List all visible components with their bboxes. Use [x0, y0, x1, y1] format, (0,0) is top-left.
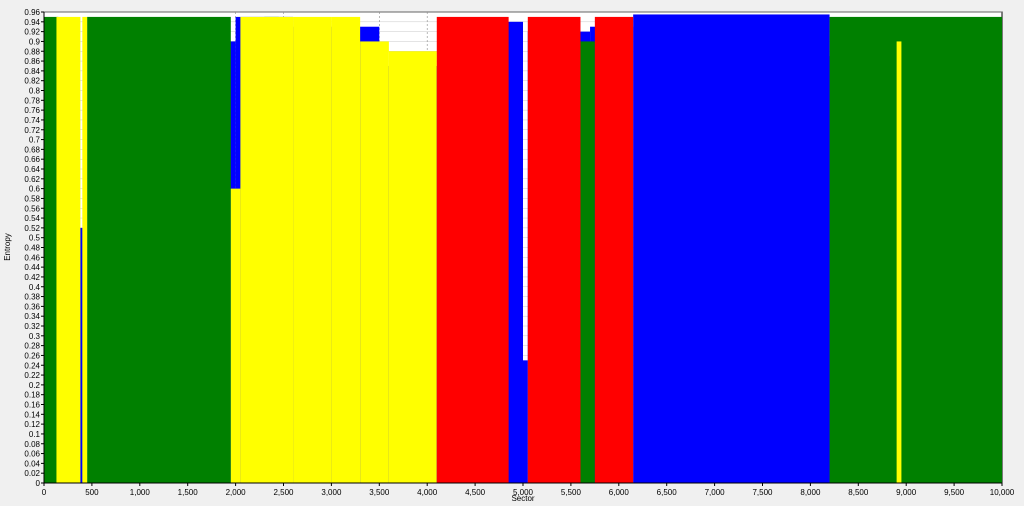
- y-tick-label: 0.44: [24, 263, 40, 272]
- x-tick-label: 2,500: [273, 488, 294, 497]
- green-area-segment: [580, 41, 595, 483]
- y-tick-label: 0.14: [24, 410, 40, 419]
- y-tick-label: 0.2: [29, 381, 41, 390]
- y-tick-label: 0.18: [24, 391, 40, 400]
- y-tick-label: 0.42: [24, 273, 40, 282]
- y-tick-label: 0.92: [24, 28, 40, 37]
- yellow-area-segment: [896, 41, 902, 483]
- y-tick-label: 0.48: [24, 244, 40, 253]
- green-area-segment: [44, 16, 59, 483]
- y-tick-label: 0.86: [24, 57, 40, 66]
- yellow-area-segment: [388, 51, 437, 483]
- y-axis-title: Entropy: [3, 233, 12, 261]
- x-tick-label: 5,500: [561, 488, 582, 497]
- y-tick-label: 0.24: [24, 361, 40, 370]
- x-tick-label: 1,000: [130, 488, 151, 497]
- yellow-area-segment: [360, 41, 389, 483]
- y-tick-label: 0.4: [29, 283, 41, 292]
- y-tick-label: 0.68: [24, 145, 40, 154]
- y-tick-label: 0.82: [24, 77, 40, 86]
- y-tick-label: 0.84: [24, 67, 40, 76]
- x-tick-label: 7,500: [752, 488, 773, 497]
- y-tick-label: 0.36: [24, 302, 40, 311]
- y-tick-label: 0.54: [24, 214, 40, 223]
- y-tick-label: 0.62: [24, 175, 40, 184]
- y-tick-label: 0.8: [29, 87, 41, 96]
- yellow-area-segment: [331, 16, 361, 483]
- yellow-area-segment: [240, 16, 294, 483]
- y-tick-label: 0.38: [24, 293, 40, 302]
- y-tick-label: 0.66: [24, 155, 40, 164]
- y-tick-label: 0.94: [24, 18, 40, 27]
- y-tick-label: 0.28: [24, 342, 40, 351]
- y-tick-label: 0.74: [24, 116, 40, 125]
- x-tick-label: 6,500: [657, 488, 678, 497]
- x-tick-label: 9,500: [944, 488, 965, 497]
- yellow-area-segment: [293, 16, 332, 483]
- x-tick-label: 500: [85, 488, 99, 497]
- y-tick-label: 0.9: [29, 37, 41, 46]
- y-tick-label: 0.78: [24, 96, 40, 105]
- y-tick-label: 0.22: [24, 371, 40, 380]
- yellow-area-segment: [56, 16, 81, 483]
- x-tick-label: 8,000: [800, 488, 821, 497]
- x-tick-label: 7,000: [705, 488, 726, 497]
- y-ticks: 00.020.040.060.080.10.120.140.160.180.20…: [24, 8, 44, 488]
- yellow-area-segment: [82, 16, 88, 483]
- y-tick-label: 0.3: [29, 332, 41, 341]
- y-tick-label: 0.7: [29, 136, 41, 145]
- x-tick-label: 3,500: [369, 488, 390, 497]
- blue-area-segment: [523, 360, 528, 483]
- y-tick-label: 0.04: [24, 459, 40, 468]
- y-tick-label: 0.56: [24, 204, 40, 213]
- x-tick-label: 2,000: [226, 488, 247, 497]
- y-tick-label: 0.34: [24, 312, 40, 321]
- y-tick-label: 0.58: [24, 194, 40, 203]
- x-tick-label: 4,500: [465, 488, 486, 497]
- x-tick-label: 8,500: [848, 488, 869, 497]
- green-area-segment: [87, 16, 231, 483]
- y-tick-label: 0.12: [24, 420, 40, 429]
- x-tick-label: 4,000: [417, 488, 438, 497]
- red-area-segment: [436, 16, 509, 483]
- x-tick-label: 10,000: [990, 488, 1015, 497]
- y-tick-label: 0.88: [24, 47, 40, 56]
- y-tick-label: 0.32: [24, 322, 40, 331]
- blue-area-segment: [633, 14, 830, 483]
- y-tick-label: 0: [36, 479, 41, 488]
- y-tick-label: 0.52: [24, 224, 40, 233]
- x-tick-label: 0: [42, 488, 47, 497]
- x-tick-label: 9,000: [896, 488, 917, 497]
- y-tick-label: 0.96: [24, 8, 40, 17]
- y-tick-label: 0.6: [29, 185, 41, 194]
- y-tick-label: 0.16: [24, 401, 40, 410]
- y-tick-label: 0.08: [24, 440, 40, 449]
- y-tick-label: 0.5: [29, 234, 41, 243]
- y-tick-label: 0.72: [24, 126, 40, 135]
- x-tick-label: 6,000: [609, 488, 630, 497]
- green-area-segment: [829, 16, 1002, 483]
- red-area-segment: [527, 16, 581, 483]
- x-axis-title: Sector: [511, 494, 534, 503]
- y-tick-label: 0.1: [29, 430, 41, 439]
- y-tick-label: 0.64: [24, 165, 40, 174]
- yellow-area-segment: [230, 188, 241, 483]
- x-tick-label: 1,500: [178, 488, 199, 497]
- x-tick-label: 3,000: [321, 488, 342, 497]
- y-tick-label: 0.76: [24, 106, 40, 115]
- entropy-areas: [44, 14, 1002, 483]
- y-tick-label: 0.46: [24, 253, 40, 262]
- y-tick-label: 0.06: [24, 450, 40, 459]
- red-area-segment: [594, 16, 634, 483]
- y-tick-label: 0.26: [24, 351, 40, 360]
- y-tick-label: 0.02: [24, 469, 40, 478]
- entropy-chart: 0 500 1,000 1,500 2,000 2,500 3,000 3,500 4,000 4…: [3, 8, 1015, 503]
